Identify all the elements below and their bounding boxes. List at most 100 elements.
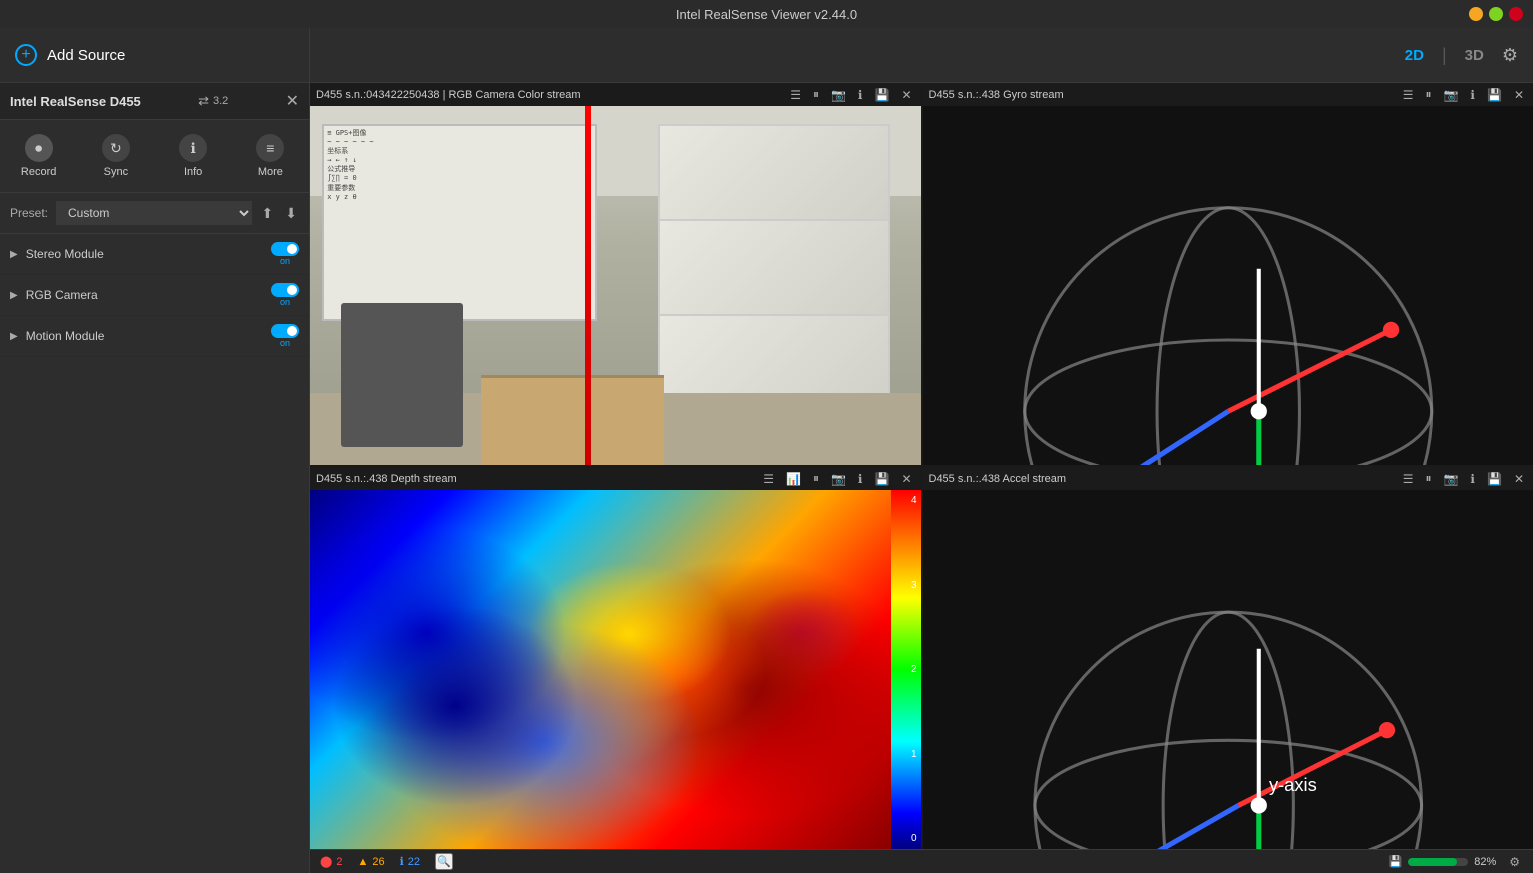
rgb-stream-content: ≡ GPS+图像~ ~ ~ ~ ~ ~坐标系→ ← ↑ ↓公式推导∫∑∏ = 0… — [310, 106, 921, 465]
app-title: Intel RealSense Viewer v2.44.0 — [676, 7, 857, 22]
motion-toggle-container: on — [271, 324, 299, 348]
record-icon: ⏺ — [25, 134, 53, 162]
depth-info-button[interactable]: ℹ — [855, 471, 866, 487]
depth-visualization — [310, 490, 891, 849]
cabinet-door-1 — [659, 125, 889, 220]
colorbar-3: 3 — [895, 580, 917, 591]
rgb-save-button[interactable]: 💾 — [871, 87, 892, 103]
depth-stream-header: D455 s.n.:.438 Depth stream ☰ 📊 ⏸ 📷 ℹ 💾 … — [310, 467, 921, 490]
sync-button[interactable]: ↻ Sync — [77, 128, 154, 184]
module-row-stereo[interactable]: ▶ Stereo Module on — [0, 234, 309, 275]
accel-info-button[interactable]: ℹ — [1467, 471, 1478, 487]
error-icon: ⬤ — [320, 855, 332, 868]
depth-canvas — [310, 490, 891, 849]
rgb-toggle-container: on — [271, 283, 299, 307]
warning-icon: ▲ — [357, 856, 368, 868]
colorbar-max: 4 — [895, 495, 917, 506]
red-bar-left — [585, 106, 591, 465]
settings-button[interactable]: ⚙ — [1502, 45, 1518, 66]
device-usb: ⇄ 3.2 — [198, 93, 228, 109]
fps-bar: 💾 82% — [1389, 855, 1497, 868]
gyro-camera-button[interactable]: 📷 — [1440, 87, 1461, 103]
view-3d-button[interactable]: 3D — [1457, 43, 1492, 68]
accel-close-button[interactable]: ✕ — [1511, 471, 1527, 487]
colorbar-1: 1 — [895, 749, 917, 760]
accel-visualization: y-axis — [923, 490, 1533, 849]
depth-stream-content: 4 3 2 1 0 — [310, 490, 921, 849]
depth-stream-title: D455 s.n.:.438 Depth stream — [316, 473, 754, 485]
error-count: 2 — [336, 856, 342, 868]
info-button[interactable]: ℹ Info — [155, 128, 232, 184]
rgb-stream-panel: D455 s.n.:043422250438 | RGB Camera Colo… — [310, 83, 921, 465]
view-2d-button[interactable]: 2D — [1397, 43, 1432, 68]
record-label: Record — [21, 166, 56, 178]
depth-camera-button[interactable]: 📷 — [828, 471, 849, 487]
status-settings-button[interactable]: ⚙ — [1506, 854, 1523, 870]
info-count: 22 — [408, 856, 420, 868]
gyro-pause-button[interactable]: ⏸ — [1422, 86, 1434, 103]
gyro-stream-title: D455 s.n.:.438 Gyro stream — [929, 89, 1394, 101]
gyro-info-button[interactable]: ℹ — [1467, 87, 1478, 103]
fps-fill — [1408, 858, 1457, 866]
motion-chevron-icon: ▶ — [10, 331, 18, 342]
gyro-list-button[interactable]: ☰ — [1400, 87, 1417, 103]
cabinet-door-2 — [659, 220, 889, 315]
gyro-stream-content — [923, 106, 1533, 465]
accel-save-button[interactable]: 💾 — [1484, 471, 1505, 487]
stereo-toggle[interactable] — [271, 242, 299, 256]
status-bar: ⬤ 2 ▲ 26 ℹ 22 🔍 💾 82% — [310, 849, 1533, 873]
office-chair — [341, 303, 463, 447]
accel-stream-content: y-axis — [923, 490, 1533, 849]
depth-chart-button[interactable]: 📊 — [783, 471, 804, 487]
search-log-icon: 🔍 — [437, 855, 451, 868]
rgb-close-button[interactable]: ✕ — [898, 87, 914, 103]
module-row-rgb[interactable]: ▶ RGB Camera on — [0, 275, 309, 316]
motion-module-label: Motion Module — [26, 329, 271, 343]
fps-progress — [1408, 858, 1468, 866]
view-divider: | — [1442, 45, 1447, 66]
add-source-bar[interactable]: + Add Source — [0, 28, 309, 83]
rgb-stream-title: D455 s.n.:043422250438 | RGB Camera Colo… — [316, 89, 781, 101]
gyro-close-button[interactable]: ✕ — [1511, 87, 1527, 103]
motion-toggle[interactable] — [271, 324, 299, 338]
depth-close-button[interactable]: ✕ — [898, 471, 914, 487]
rgb-camera-button[interactable]: 📷 — [828, 87, 849, 103]
office-whiteboard: ≡ GPS+图像~ ~ ~ ~ ~ ~坐标系→ ← ↑ ↓公式推导∫∑∏ = 0… — [322, 124, 597, 321]
rgb-toggle[interactable] — [271, 283, 299, 297]
stereo-toggle-label: on — [280, 256, 290, 266]
stereo-module-label: Stereo Module — [26, 247, 271, 261]
sync-icon: ↻ — [102, 134, 130, 162]
depth-save-button[interactable]: 💾 — [871, 471, 892, 487]
close-button[interactable] — [1509, 7, 1523, 21]
view-controls-bar: 2D | 3D ⚙ — [310, 28, 1533, 83]
accel-pause-button[interactable]: ⏸ — [1422, 470, 1434, 487]
accel-camera-button[interactable]: 📷 — [1440, 471, 1461, 487]
rgb-chevron-icon: ▶ — [10, 290, 18, 301]
search-log-button[interactable]: 🔍 — [435, 853, 453, 870]
preset-select[interactable]: Custom — [56, 201, 252, 225]
preset-download-button[interactable]: ⬇ — [283, 203, 299, 224]
info-status-icon: ℹ — [400, 855, 404, 868]
rgb-pause-button[interactable]: ⏸ — [810, 86, 822, 103]
preset-label: Preset: — [10, 206, 48, 220]
whiteboard-text: ≡ GPS+图像~ ~ ~ ~ ~ ~坐标系→ ← ↑ ↓公式推导∫∑∏ = 0… — [324, 126, 595, 205]
device-name: Intel RealSense D455 — [10, 94, 141, 109]
maximize-button[interactable] — [1489, 7, 1503, 21]
close-device-button[interactable]: ✕ — [286, 91, 299, 111]
accel-list-button[interactable]: ☰ — [1400, 471, 1417, 487]
rgb-list-button[interactable]: ☰ — [787, 87, 804, 103]
preset-upload-button[interactable]: ⬆ — [260, 203, 276, 224]
more-label: More — [258, 166, 283, 178]
info-label: Info — [184, 166, 202, 178]
record-button[interactable]: ⏺ Record — [0, 128, 77, 184]
minimize-button[interactable] — [1469, 7, 1483, 21]
depth-list-button[interactable]: ☰ — [760, 471, 777, 487]
svg-text:y-axis: y-axis — [1268, 774, 1316, 795]
rgb-info-button[interactable]: ℹ — [855, 87, 866, 103]
module-row-motion[interactable]: ▶ Motion Module on — [0, 316, 309, 357]
more-button[interactable]: ≡ More — [232, 128, 309, 184]
depth-colormap: 4 3 2 1 0 — [310, 490, 921, 849]
gyro-save-button[interactable]: 💾 — [1484, 87, 1505, 103]
accel-stream-header: D455 s.n.:.438 Accel stream ☰ ⏸ 📷 ℹ 💾 ✕ — [923, 467, 1533, 490]
depth-pause-button[interactable]: ⏸ — [810, 470, 822, 487]
